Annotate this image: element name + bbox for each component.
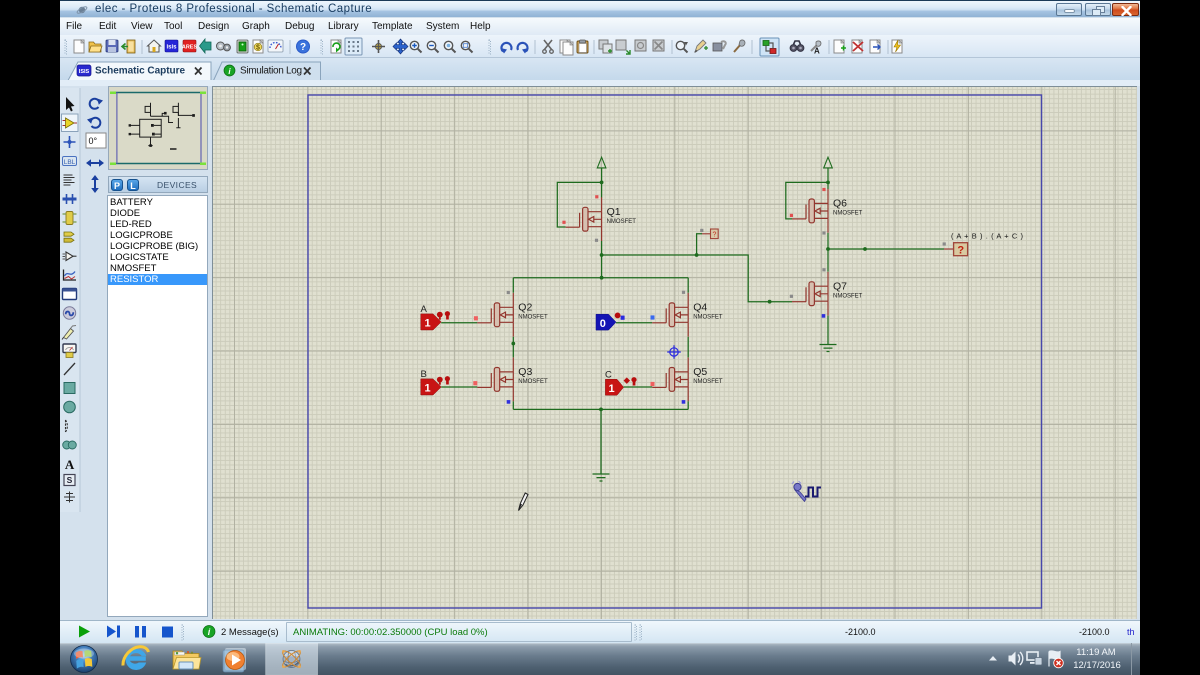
svg-text:Schematic Capture: Schematic Capture [95,66,185,77]
svg-text:S: S [67,475,73,485]
svg-text:ISIS: ISIS [79,69,90,75]
svg-text:?: ? [300,42,306,53]
svg-text:NMOSFET: NMOSFET [518,379,548,385]
svg-text:?: ? [957,244,964,256]
svg-text:NMOSFET: NMOSFET [518,315,548,321]
svg-text:Simulation Log: Simulation Log [240,66,302,77]
svg-text:A: A [65,457,75,472]
svg-text:ARES: ARES [182,45,198,51]
svg-text:Q7: Q7 [833,281,847,293]
svg-text:0: 0 [600,318,606,330]
svg-text:1: 1 [424,318,430,330]
svg-text:B: B [421,369,427,380]
svg-text:A: A [421,304,428,315]
svg-text:Q4: Q4 [693,302,707,314]
svg-text:LBL: LBL [64,159,76,166]
svg-text:A: A [814,47,820,56]
svg-text:Q1: Q1 [607,206,621,218]
svg-text:isis: isis [166,45,177,51]
svg-text:Q3: Q3 [518,366,532,378]
svg-text:NMOSFET: NMOSFET [693,379,723,385]
svg-text:1: 1 [424,383,430,395]
svg-text:$: $ [256,45,260,52]
svg-text:NMOSFET: NMOSFET [833,211,863,217]
svg-text:( A + B ) . ( A + C ): ( A + B ) . ( A + C ) [951,232,1024,241]
svg-text:?: ? [713,232,717,239]
svg-text:NMOSFET: NMOSFET [693,315,723,321]
svg-text:NMOSFET: NMOSFET [833,293,863,299]
svg-text:NMOSFET: NMOSFET [607,219,637,225]
svg-text:C: C [605,370,612,381]
svg-text:0°: 0° [89,136,98,146]
svg-text:11:19 AM: 11:19 AM [1076,647,1116,658]
svg-text:12/17/2016: 12/17/2016 [1073,660,1121,671]
svg-text:1: 1 [609,383,615,395]
svg-text:Q5: Q5 [693,366,707,378]
svg-text:Q6: Q6 [833,198,847,210]
svg-text:Q2: Q2 [518,302,532,314]
